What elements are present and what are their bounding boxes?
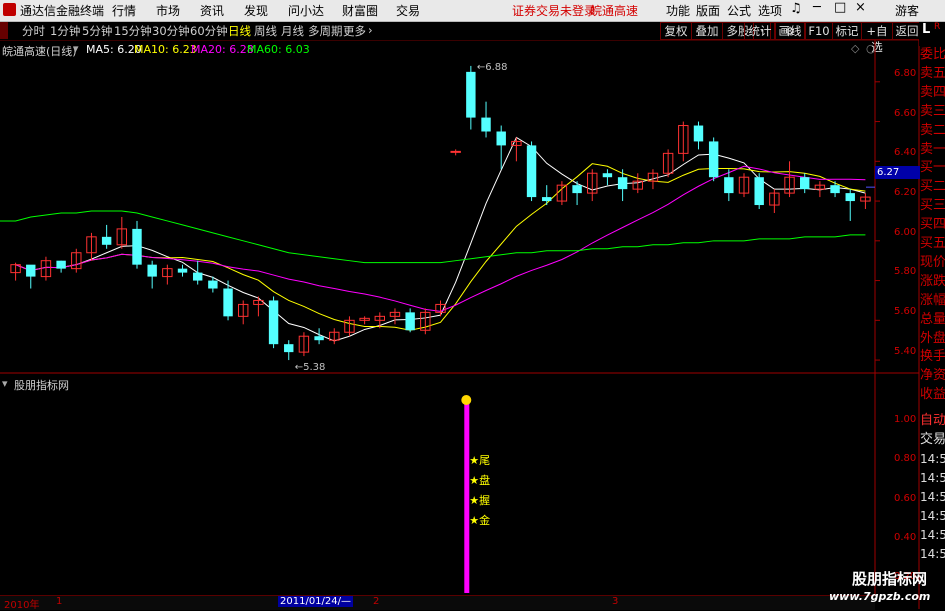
quote-label: 卖二: [920, 120, 945, 140]
candle-body: [284, 344, 294, 353]
y-tick: 6.80: [894, 68, 917, 79]
month-label: 3: [612, 596, 619, 607]
candle-body: [223, 288, 233, 317]
candle-body: [177, 268, 188, 273]
quote-label: 卖四: [920, 82, 945, 102]
candles: [10, 65, 871, 361]
y-tick: 5.80: [894, 266, 917, 277]
quote-panel: 委比 卖五 卖四 卖三 卖二 卖一 买一 买二 买三 买四 买五 现价 涨跌 涨幅 总量 外盘 换手 净资 收益: [919, 45, 945, 405]
ma-lines: [0, 136, 866, 342]
level2-badge[interactable]: L R: [919, 22, 945, 46]
candle-body: [830, 185, 840, 194]
tick-time: 14:56: [920, 488, 945, 507]
candle-body: [754, 177, 764, 206]
quote-label: 外盘: [920, 328, 945, 348]
signal-char: ★尾: [469, 454, 490, 467]
quote-label: 卖三: [920, 101, 945, 121]
candle-body: [314, 336, 324, 341]
quote-label: 买五: [920, 234, 945, 253]
candle-body: [101, 236, 112, 245]
ma20-line: [15, 165, 866, 312]
candle-body: [450, 150, 461, 153]
tick-time: 14:56: [920, 507, 945, 526]
tick-time: 14:56: [920, 526, 945, 545]
candle-body: [147, 264, 157, 277]
signal-char: ★金: [469, 513, 490, 527]
kline-chart[interactable]: ←6.88 ←5.38 ★尾 ★盘 ★握 ★金: [0, 0, 945, 609]
quote-label: 买三: [920, 196, 945, 216]
sub-y-tick: 1.00: [894, 414, 917, 425]
trade-label[interactable]: 交易: [920, 430, 945, 449]
signal-char: ★握: [469, 493, 490, 507]
tick-time: 14:56: [920, 450, 945, 469]
quote-label: 净资: [920, 366, 945, 386]
candle-body: [724, 177, 734, 194]
quote-label: 卖五: [920, 63, 945, 83]
candle-body: [208, 280, 218, 289]
quote-label: 换手: [920, 347, 945, 367]
quote-label: 买四: [920, 215, 945, 235]
y-tick: 5.60: [894, 306, 917, 317]
quote-label: 收益: [920, 385, 945, 405]
tick-time: 14:56: [920, 545, 945, 564]
month-label: 1: [56, 596, 63, 607]
candle-body: [845, 193, 855, 202]
candle-body: [602, 173, 613, 178]
quote-label: 涨跌: [920, 271, 945, 291]
candle-body: [481, 117, 491, 132]
indicator-title: 股朋指标网: [14, 379, 69, 392]
candle-body: [800, 177, 810, 190]
quote-label: 买二: [920, 177, 945, 197]
y-tick: 6.60: [894, 108, 917, 119]
candle-body: [56, 260, 66, 269]
current-price-tag: 6.27: [875, 166, 921, 179]
cursor-date: 2011/01/24/—: [278, 596, 354, 607]
chevron-down-icon[interactable]: ▾: [2, 377, 8, 390]
chart-frame: [0, 40, 920, 609]
y-tick: 6.00: [894, 227, 917, 238]
quote-label: 涨幅: [920, 290, 945, 310]
candle-body: [466, 71, 476, 118]
tick-time: 14:56: [920, 469, 945, 488]
quote-label: 买一: [920, 158, 945, 178]
y-tick: 5.40: [894, 346, 917, 357]
candle-body: [405, 312, 415, 331]
candle-body: [617, 177, 628, 190]
watermark-url: www.7gpzb.com: [829, 590, 931, 603]
quote-label: 卖一: [920, 139, 945, 159]
candle-body: [526, 145, 537, 198]
date-axis[interactable]: 2010年 1 2011/01/24/— 2 3: [0, 595, 875, 611]
month-label: 2: [373, 596, 380, 607]
sub-y-tick: 0.60: [894, 493, 917, 504]
candle-body: [26, 264, 36, 277]
candle-body: [268, 300, 279, 345]
high-label: ←6.88: [477, 62, 508, 73]
y-tick: 6.20: [894, 187, 917, 198]
sub-y-tick: 0.80: [894, 453, 917, 464]
candle-body: [572, 185, 582, 194]
candle-body: [132, 228, 142, 265]
quote-label: 现价: [920, 252, 945, 272]
watermark-title: 股朋指标网: [852, 570, 928, 588]
signal-char: ★盘: [469, 473, 490, 487]
candle-body: [693, 125, 704, 142]
auto-label[interactable]: 自动: [920, 411, 945, 430]
quote-label: 委比: [920, 45, 945, 64]
candle-body: [708, 141, 719, 178]
candle-body: [542, 197, 552, 202]
sub-y-tick: 0.40: [894, 532, 917, 543]
quote-label: 总量: [920, 309, 945, 329]
candle-body: [496, 131, 506, 146]
low-label: ←5.38: [295, 362, 326, 373]
y-tick: 6.40: [894, 147, 917, 158]
indicator-chart: ★尾 ★盘 ★握 ★金: [461, 395, 490, 593]
candle-body: [192, 272, 203, 281]
money-bag-icon: [461, 395, 472, 405]
